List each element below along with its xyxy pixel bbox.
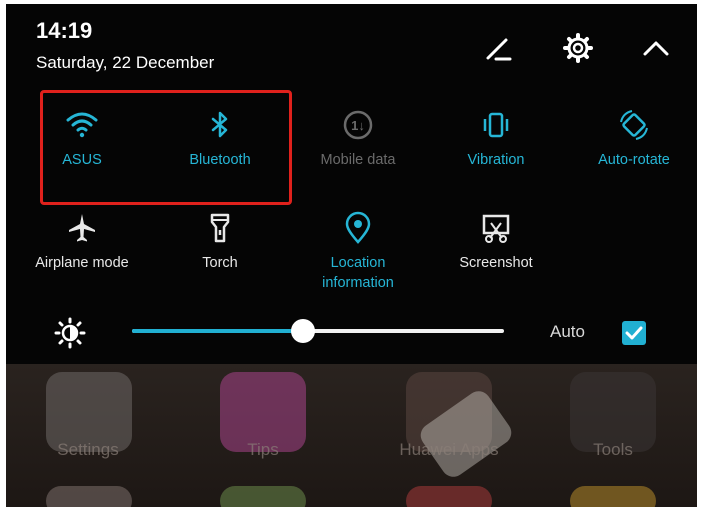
auto-brightness-checkbox[interactable] — [622, 321, 646, 345]
app-icon-row2 — [220, 486, 306, 507]
app-icon-row2 — [406, 486, 492, 507]
quick-settings-panel: 14:19 Saturday, 22 December ASUS Bluetoo… — [6, 4, 697, 507]
settings-gear-icon[interactable] — [562, 32, 594, 64]
app-icon-row2 — [46, 486, 132, 507]
torch-icon — [210, 213, 230, 243]
date-label: Saturday, 22 December — [36, 53, 215, 72]
home-screen-background: Settings Tips Huawei Apps Tools — [6, 364, 697, 507]
edit-icon[interactable] — [482, 32, 514, 64]
location-icon — [345, 211, 371, 244]
auto-brightness-label: Auto — [550, 322, 585, 341]
auto-rotate-icon — [620, 110, 648, 140]
tile-location-information[interactable]: Location information — [298, 211, 418, 293]
app-icon-row2 — [570, 486, 656, 507]
brightness-icon — [54, 317, 86, 349]
tile-vibration[interactable]: Vibration — [436, 108, 556, 170]
vibration-icon — [483, 112, 509, 138]
tile-vibration-label: Vibration — [467, 152, 525, 168]
tile-mobile-data-label: Mobile data — [320, 152, 396, 168]
home-app-label: Settings — [57, 440, 119, 459]
tile-location-label-line1: Location — [330, 255, 386, 271]
screenshot-icon — [482, 214, 510, 243]
tile-screenshot-label: Screenshot — [459, 255, 533, 271]
brightness-slider-fill — [132, 329, 304, 333]
wifi-bluetooth-highlight-box — [40, 90, 292, 205]
airplane-icon — [69, 214, 95, 242]
tile-mobile-data[interactable]: 1↓ Mobile data — [298, 108, 418, 170]
home-app-label: Tips — [247, 440, 279, 459]
home-app-label: Tools — [593, 440, 633, 459]
tile-location-label-line2: information — [322, 275, 394, 291]
checkmark-icon — [625, 326, 643, 340]
brightness-slider-thumb[interactable] — [291, 319, 316, 343]
tile-location-information-label: Location information — [298, 253, 418, 293]
brightness-slider[interactable] — [132, 319, 504, 343]
tile-screenshot[interactable]: Screenshot — [436, 211, 556, 273]
home-app-label: Huawei Apps — [399, 440, 499, 459]
tile-auto-rotate[interactable]: Auto-rotate — [574, 108, 694, 170]
clock-time: 14:19 — [36, 18, 93, 43]
tile-auto-rotate-label: Auto-rotate — [598, 152, 670, 168]
tile-airplane-mode[interactable]: Airplane mode — [22, 211, 142, 273]
mobile-data-icon: 1↓ — [343, 110, 373, 140]
tile-torch-label: Torch — [202, 255, 238, 271]
tile-torch[interactable]: Torch — [160, 211, 280, 273]
tile-airplane-mode-label: Airplane mode — [35, 255, 129, 271]
svg-text:1↓: 1↓ — [351, 118, 365, 133]
collapse-chevron-up-icon[interactable] — [640, 32, 672, 64]
